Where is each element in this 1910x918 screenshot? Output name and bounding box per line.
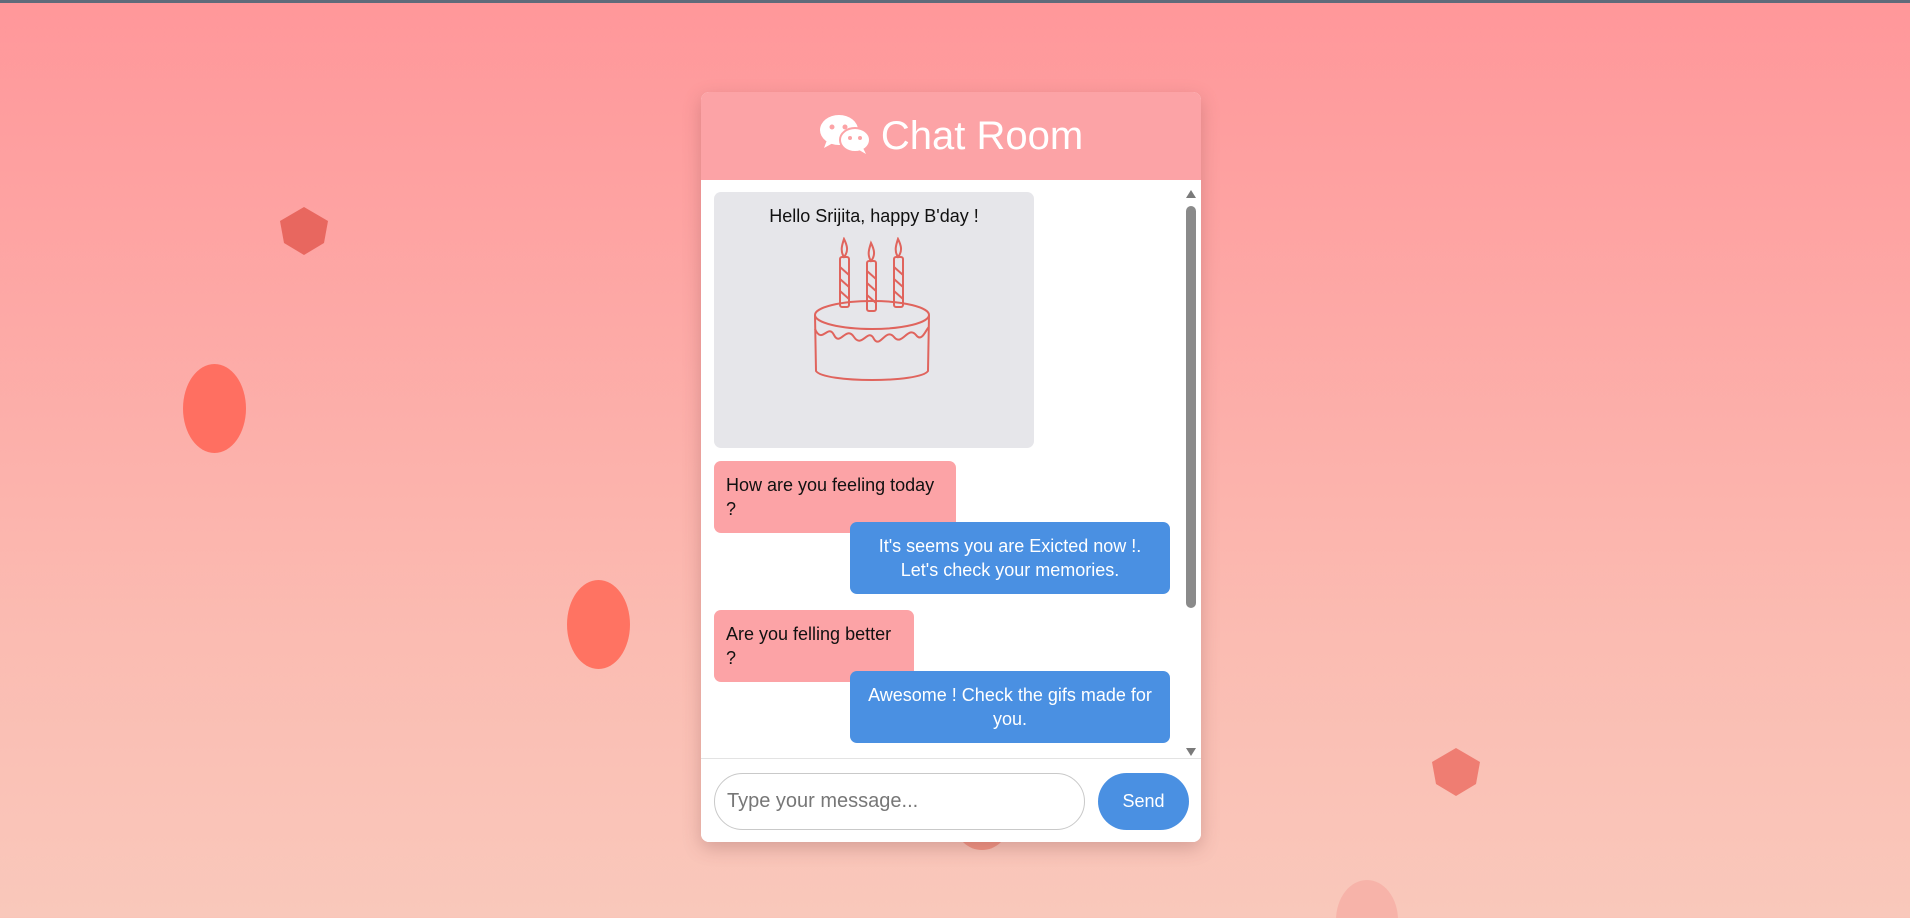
message-outgoing: It's seems you are Exicted now !. Let's … [850,522,1170,594]
chat-header: Chat Room [701,92,1201,180]
chat-window: Chat Room Hello Srijita, happy B'day ! H… [701,92,1201,842]
scrollbar-thumb[interactable] [1186,206,1196,608]
composer: Send [701,758,1201,842]
balloon-shape-3 [1336,880,1398,918]
message-text-line: Let's check your memories. [900,560,1120,580]
balloon-shape-1 [183,364,246,453]
chat-title: Chat Room [880,113,1084,158]
wechat-icon [819,113,871,160]
birthday-cake-icon [714,236,1034,387]
scrollbar[interactable] [1185,186,1197,756]
message-input[interactable] [714,773,1085,830]
scroll-down-arrow-icon[interactable] [1185,744,1197,756]
window-top-border [0,0,1910,3]
heart-shape-1 [278,207,330,262]
scroll-up-arrow-icon[interactable] [1185,186,1197,198]
balloon-shape-2 [567,580,630,669]
greeting-card: Hello Srijita, happy B'day ! [714,192,1034,448]
message-text-line: It's seems you are Exicted now !. [878,536,1142,556]
send-button[interactable]: Send [1098,773,1189,830]
message-text-line: you. [992,709,1028,729]
greeting-text: Hello Srijita, happy B'day ! [769,206,979,226]
message-list[interactable]: Hello Srijita, happy B'day ! How are you… [701,180,1201,758]
message-text-line: Awesome ! Check the gifs made for [868,685,1152,705]
message-text: Are you felling better ? [726,624,892,668]
message-text: How are you feeling today ? [726,475,935,519]
message-outgoing: Awesome ! Check the gifs made for you. [850,671,1170,743]
heart-shape-2 [1430,748,1482,803]
